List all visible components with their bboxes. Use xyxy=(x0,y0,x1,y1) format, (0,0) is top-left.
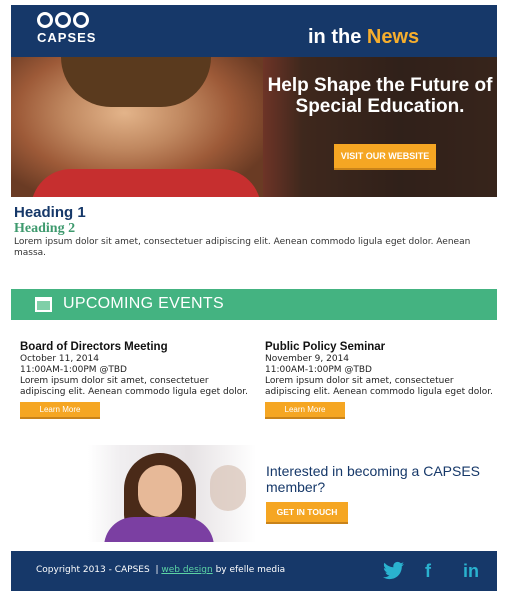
web-design-link[interactable]: web design xyxy=(161,565,212,575)
heading-1: Heading 1 xyxy=(14,204,86,221)
header-bar: CAPSES in the News xyxy=(11,5,497,57)
event-description: Lorem ipsum dolor sit amet, consectetuer… xyxy=(265,376,494,397)
footer-bar: Copyright 2013 - CAPSES | web design by … xyxy=(11,551,497,591)
member-photo-shirt xyxy=(104,517,214,542)
event-card: Public Policy Seminar November 9, 2014 1… xyxy=(265,340,495,419)
intro-body: Lorem ipsum dolor sit amet, consectetuer… xyxy=(14,237,471,258)
footer-text: Copyright 2013 - CAPSES | web design by … xyxy=(36,565,285,575)
newsletter-title: in the News xyxy=(308,26,419,49)
visit-website-button[interactable]: VISIT OUR WEBSITE xyxy=(334,144,436,170)
footer-separator: | xyxy=(155,565,159,575)
learn-more-button[interactable]: Learn More xyxy=(20,402,100,419)
event-date: October 11, 2014 xyxy=(20,354,99,364)
heading-2: Heading 2 xyxy=(14,221,76,236)
credit-text: by efelle media xyxy=(215,565,286,575)
event-time: 11:00AM-1:00PM @TBD xyxy=(20,365,127,375)
hero-tagline: Help Shape the Future of Special Educati… xyxy=(267,75,493,117)
copyright-text: Copyright 2013 - CAPSES xyxy=(36,565,150,575)
member-heading: Interested in becoming a CAPSES member? xyxy=(266,463,481,495)
upcoming-events-bar: UPCOMING EVENTS xyxy=(11,289,497,320)
event-time: 11:00AM-1:00PM @TBD xyxy=(265,365,372,375)
twitter-icon[interactable] xyxy=(383,561,405,581)
calendar-icon xyxy=(35,297,52,312)
hero-photo-shirt xyxy=(31,169,261,197)
event-card: Board of Directors Meeting October 11, 2… xyxy=(20,340,250,419)
member-photo-face xyxy=(138,465,182,517)
events-title: UPCOMING EVENTS xyxy=(63,295,224,312)
facebook-icon[interactable]: f xyxy=(425,561,447,581)
title-accent: News xyxy=(366,26,420,48)
capses-logo[interactable]: CAPSES xyxy=(37,12,97,52)
hero-banner: Help Shape the Future of Special Educati… xyxy=(11,57,497,197)
title-prefix: in the xyxy=(308,26,362,48)
intro-section: Heading 1 Heading 2 Lorem ipsum dolor si… xyxy=(14,204,484,259)
linkedin-icon[interactable]: in xyxy=(463,561,485,581)
learn-more-button[interactable]: Learn More xyxy=(265,402,345,419)
logo-text: CAPSES xyxy=(37,30,97,45)
member-photo xyxy=(88,445,256,542)
event-date: November 9, 2014 xyxy=(265,354,350,364)
people-icon xyxy=(37,12,97,28)
event-description: Lorem ipsum dolor sit amet, consectetuer… xyxy=(20,376,249,397)
member-photo-background-person xyxy=(210,465,246,511)
event-title: Public Policy Seminar xyxy=(265,341,386,353)
get-in-touch-button[interactable]: GET IN TOUCH xyxy=(266,502,348,524)
event-title: Board of Directors Meeting xyxy=(20,341,168,353)
